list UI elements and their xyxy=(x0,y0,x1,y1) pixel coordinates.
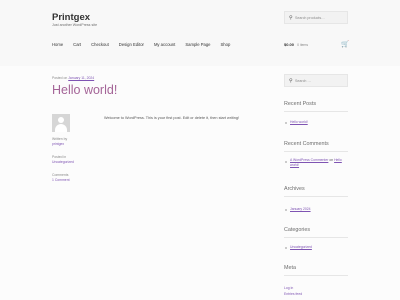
sidebar-search-placeholder: Search … xyxy=(295,79,311,83)
post-date: Posted on January 11, 2024 xyxy=(52,76,94,80)
comment-on-label: on xyxy=(329,158,334,162)
nav-item-my-account[interactable]: My account xyxy=(154,42,175,50)
meta-entries-feed-link[interactable]: Entries feed xyxy=(284,292,302,296)
widget-divider xyxy=(284,275,348,276)
recent-comment-item: A WordPress Commenter on Hello world! xyxy=(290,158,350,168)
author-avatar xyxy=(52,114,70,132)
widget-divider xyxy=(284,111,348,112)
search-icon: ⚲ xyxy=(289,15,293,21)
product-search-input[interactable]: ⚲ Search products… xyxy=(284,11,348,24)
posted-on-label: Posted on xyxy=(52,76,68,80)
archives-title: Archives xyxy=(284,186,305,192)
comment-author-link[interactable]: A WordPress Commenter xyxy=(290,158,328,162)
product-search-placeholder: Search products… xyxy=(295,16,325,20)
nav-item-shop[interactable]: Shop xyxy=(221,42,231,50)
basket-icon[interactable]: 🛒 xyxy=(341,40,349,48)
nav-item-checkout[interactable]: Checkout xyxy=(91,42,109,50)
sidebar-search-input[interactable]: ⚲ Search … xyxy=(284,74,348,87)
comments-link: 1 Comment xyxy=(52,178,70,182)
nav-item-design-editor[interactable]: Design Editor xyxy=(119,42,144,50)
cart-item-count: 0 items xyxy=(297,43,309,47)
widget-divider xyxy=(284,196,348,197)
list-bullet xyxy=(285,122,287,124)
widget-divider xyxy=(284,151,348,152)
meta-title: Meta xyxy=(284,265,296,271)
list-bullet xyxy=(285,161,287,163)
widget-divider xyxy=(284,237,348,238)
archive-link[interactable]: January 2024 xyxy=(290,207,311,211)
primary-navigation: Home Cart Checkout Design Editor My acco… xyxy=(52,42,240,50)
post-title[interactable]: Hello world! xyxy=(52,83,117,97)
nav-item-home[interactable]: Home xyxy=(52,42,63,50)
categories-title: Categories xyxy=(284,227,311,233)
recent-post-link[interactable]: Hello world! xyxy=(290,120,308,124)
site-title[interactable]: Printgex xyxy=(52,12,90,23)
author-link: printgex xyxy=(52,142,65,146)
recent-comments-title: Recent Comments xyxy=(284,141,329,147)
nav-item-cart[interactable]: Cart xyxy=(73,42,81,50)
list-bullet xyxy=(285,209,287,211)
search-icon: ⚲ xyxy=(289,78,293,84)
header-cart-link[interactable]: $0.00 0 items xyxy=(284,42,308,47)
category-widget-link[interactable]: Uncategorized xyxy=(290,245,312,249)
cart-total: $0.00 xyxy=(284,42,295,47)
post-date-link[interactable]: January 11, 2024 xyxy=(68,76,94,80)
post-content: Welcome to WordPress. This is your first… xyxy=(104,116,240,120)
list-bullet xyxy=(285,247,287,249)
site-description: Just another WordPress site xyxy=(52,23,98,27)
meta-login-link[interactable]: Log in xyxy=(284,286,293,290)
recent-posts-title: Recent Posts xyxy=(284,101,317,107)
site-header: Printgex Just another WordPress site ⚲ S… xyxy=(0,0,400,66)
nav-item-sample-page[interactable]: Sample Page xyxy=(185,42,210,50)
category-link: Uncategorized xyxy=(52,160,74,164)
